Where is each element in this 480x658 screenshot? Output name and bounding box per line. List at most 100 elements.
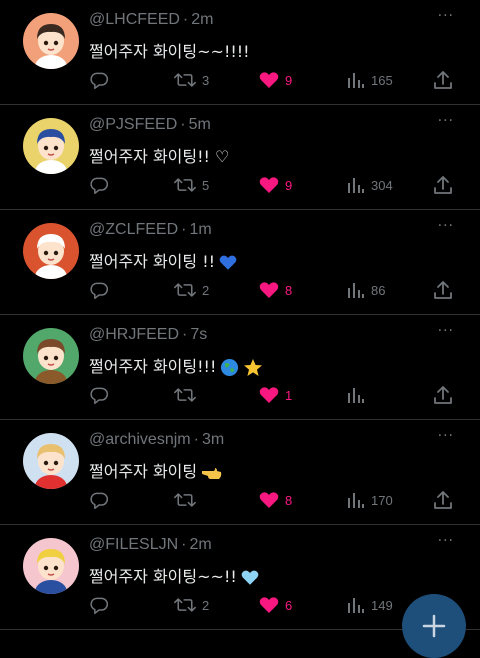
tweet-text: 쩔어주자 화이팅~~!! [89, 563, 259, 587]
tweet[interactable]: @PJSFEED · 5m ··· 쩔어주자 화이팅!! ♡ 5 9 304 [0, 105, 480, 210]
retweet-button[interactable]: 2 [174, 277, 209, 303]
view-count: 149 [371, 597, 393, 613]
view-count: 170 [371, 492, 393, 508]
user-handle[interactable]: @PJSFEED [89, 116, 177, 133]
tweet[interactable]: @LHCFEED · 2m ··· 쩔어주자 화이팅~~!!!! 3 9 165 [0, 0, 480, 105]
views-button[interactable]: 86 [347, 277, 385, 303]
star-icon [244, 358, 263, 376]
retweet-count: 5 [202, 177, 210, 193]
compose-button[interactable] [402, 594, 466, 658]
reply-button[interactable] [89, 592, 109, 618]
tweet-actions: 2 8 86 [89, 277, 459, 303]
timestamp[interactable]: 2m [191, 11, 213, 28]
like-heart-icon [259, 387, 279, 403]
more-options-button[interactable]: ··· [438, 533, 454, 549]
timestamp[interactable]: 2m [189, 536, 211, 553]
more-options-button[interactable]: ··· [438, 323, 454, 339]
tweet[interactable]: @HRJFEED · 7s ··· 쩔어주자 화이팅!!! 1 [0, 315, 480, 420]
timeline: @LHCFEED · 2m ··· 쩔어주자 화이팅~~!!!! 3 9 165 @… [0, 0, 480, 630]
tweet-header: @PJSFEED · 5m [89, 116, 211, 134]
timestamp[interactable]: 1m [189, 221, 211, 238]
reply-icon [90, 177, 109, 195]
share-button[interactable] [434, 382, 452, 408]
retweet-count: 2 [202, 597, 210, 613]
views-button[interactable]: 149 [347, 592, 393, 618]
reply-button[interactable] [89, 172, 109, 198]
reply-icon [90, 282, 109, 300]
views-button[interactable]: 165 [347, 67, 393, 93]
user-handle[interactable]: @FILESLJN [89, 536, 178, 553]
tweet-text: 쩔어주자 화이팅 [89, 458, 223, 482]
reply-button[interactable] [89, 382, 109, 408]
reply-icon [90, 387, 109, 405]
retweet-count: 3 [202, 72, 210, 88]
retweet-button[interactable] [174, 382, 202, 408]
like-button[interactable]: 8 [259, 487, 292, 513]
views-icon [348, 178, 364, 193]
share-icon [434, 386, 452, 404]
reply-button[interactable] [89, 277, 109, 303]
share-button[interactable] [434, 277, 452, 303]
like-heart-icon [259, 72, 279, 88]
views-button[interactable]: 304 [347, 172, 393, 198]
reply-icon [90, 72, 109, 90]
share-icon [434, 176, 452, 194]
views-button[interactable] [347, 382, 371, 408]
timestamp[interactable]: 3m [202, 431, 224, 448]
reply-button[interactable] [89, 487, 109, 513]
tweet[interactable]: @archivesnjm · 3m ··· 쩔어주자 화이팅 8 170 [0, 420, 480, 525]
like-button[interactable]: 6 [259, 592, 292, 618]
more-options-button[interactable]: ··· [438, 428, 454, 444]
user-handle[interactable]: @LHCFEED [89, 11, 180, 28]
share-icon [434, 71, 452, 89]
reply-icon [90, 492, 109, 510]
more-options-button[interactable]: ··· [438, 8, 454, 24]
more-options-button[interactable]: ··· [438, 218, 454, 234]
plus-icon [422, 614, 446, 638]
share-button[interactable] [434, 67, 452, 93]
timestamp[interactable]: 5m [189, 116, 211, 133]
avatar[interactable] [23, 328, 79, 384]
more-options-button[interactable]: ··· [438, 113, 454, 129]
user-handle[interactable]: @ZCLFEED [89, 221, 178, 238]
like-button[interactable]: 1 [259, 382, 292, 408]
pointing-hand-icon [202, 467, 222, 479]
tweet-text-content: 쩔어주자 화이팅 !! [89, 252, 216, 271]
like-count: 1 [285, 387, 293, 403]
retweet-icon [174, 178, 196, 192]
avatar[interactable] [23, 538, 79, 594]
avatar[interactable] [23, 13, 79, 69]
tweet-actions: 3 9 165 [89, 67, 459, 93]
tweet[interactable]: @ZCLFEED · 1m ··· 쩔어주자 화이팅 !! 2 8 86 [0, 210, 480, 315]
separator: · [181, 536, 187, 553]
like-button[interactable]: 9 [259, 67, 292, 93]
retweet-button[interactable]: 5 [174, 172, 209, 198]
tweet-header: @HRJFEED · 7s [89, 326, 207, 344]
tweet-text: 쩔어주자 화이팅!! ♡ [89, 143, 229, 167]
like-count: 6 [285, 597, 293, 613]
tweet-header: @LHCFEED · 2m [89, 11, 213, 29]
user-handle[interactable]: @archivesnjm [89, 431, 191, 448]
retweet-button[interactable] [174, 487, 202, 513]
views-icon [348, 283, 364, 298]
tweet-text: 쩔어주자 화이팅!!! [89, 353, 263, 378]
views-button[interactable]: 170 [347, 487, 393, 513]
like-button[interactable]: 9 [259, 172, 292, 198]
reply-button[interactable] [89, 67, 109, 93]
like-button[interactable]: 8 [259, 277, 292, 303]
retweet-icon [174, 283, 196, 297]
user-handle[interactable]: @HRJFEED [89, 326, 179, 343]
globe-icon [221, 358, 239, 377]
retweet-icon [174, 598, 196, 612]
views-icon [348, 598, 364, 613]
timestamp[interactable]: 7s [190, 326, 207, 343]
share-button[interactable] [434, 487, 452, 513]
avatar[interactable] [23, 223, 79, 279]
avatar[interactable] [23, 118, 79, 174]
share-button[interactable] [434, 172, 452, 198]
avatar[interactable] [23, 433, 79, 489]
like-heart-icon [259, 177, 279, 193]
retweet-button[interactable]: 2 [174, 592, 209, 618]
views-icon [348, 388, 364, 403]
retweet-button[interactable]: 3 [174, 67, 209, 93]
